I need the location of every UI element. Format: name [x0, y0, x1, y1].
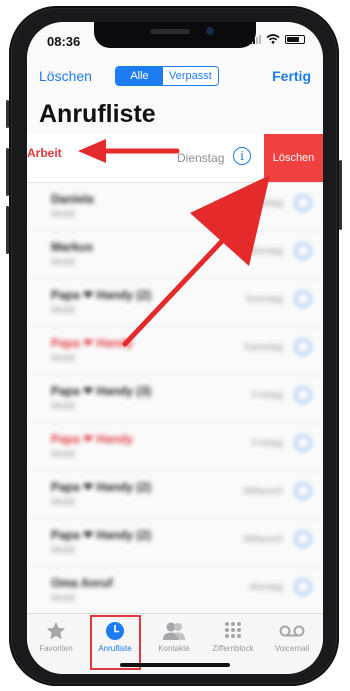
info-icon[interactable]: [295, 531, 311, 547]
list-item[interactable]: Papa ❤ Handy (2) Mobil Mittwoch: [27, 519, 323, 567]
info-icon[interactable]: [295, 387, 311, 403]
call-type: Mobil: [51, 497, 75, 508]
call-type: Mobil: [51, 209, 75, 220]
page-title: Anrufliste: [39, 100, 156, 128]
call-list: Arbeit Dienstag i Löschen Daniela Mobil …: [27, 134, 323, 615]
tab-contacts[interactable]: Kontakte: [145, 620, 203, 653]
delete-button[interactable]: Löschen: [264, 134, 323, 182]
call-type: Mobil: [51, 401, 75, 412]
call-date: Dienstag: [243, 198, 283, 209]
contact-name: Papa ❤ Handy (3): [51, 384, 152, 398]
call-date: Mittwoch: [243, 486, 283, 497]
tab-bar: Favoriten Anrufliste Kontakte Ziffernblo…: [27, 613, 323, 674]
tab-voicemail[interactable]: Voicemail: [263, 620, 321, 653]
list-item[interactable]: Markus Mobil Montag: [27, 231, 323, 279]
volume-up-button: [6, 148, 9, 196]
keypad-icon: [225, 622, 241, 638]
tab-label: Kontakte: [158, 644, 190, 653]
front-camera: [206, 27, 214, 35]
info-icon[interactable]: [295, 483, 311, 499]
blurred-call-rows: Daniela Mobil Dienstag Markus Mobil Mont…: [27, 183, 323, 615]
info-icon[interactable]: [295, 435, 311, 451]
call-date: Sonntag: [245, 294, 283, 305]
call-type: Mobil: [51, 449, 75, 460]
call-date: Mittwoch: [243, 534, 283, 545]
contact-name: Papa ❤ Handy: [51, 336, 134, 350]
star-icon: [46, 621, 66, 640]
contact-name: Papa ❤ Handy: [51, 432, 134, 446]
call-date: Montag: [249, 582, 283, 593]
list-item[interactable]: Oma Anruf Mobil Montag: [27, 567, 323, 615]
call-date: Freitag: [251, 390, 283, 401]
segment-missed[interactable]: Verpasst: [163, 67, 218, 85]
voicemail-icon: [279, 625, 305, 637]
call-type: Mobil: [51, 545, 75, 556]
contact-name: Papa ❤ Handy (2): [51, 288, 152, 302]
contact-name: Arbeit: [27, 146, 62, 160]
info-icon[interactable]: [295, 195, 311, 211]
call-date: Samstag: [243, 342, 283, 353]
notch: [94, 22, 256, 48]
tab-favorites[interactable]: Favoriten: [27, 620, 85, 653]
done-button[interactable]: Fertig: [272, 68, 311, 84]
list-item[interactable]: Papa ❤ Handy (2) Mobil Sonntag: [27, 279, 323, 327]
tab-highlight-box: [90, 615, 141, 670]
list-item[interactable]: Papa ❤ Handy Mobil Freitag: [27, 423, 323, 471]
call-type: Mobil: [51, 305, 75, 316]
tab-label: Favoriten: [39, 644, 73, 653]
contact-name: Markus: [51, 240, 94, 254]
tab-label: Voicemail: [274, 644, 310, 653]
list-item[interactable]: Papa ❤ Handy Mobil Samstag: [27, 327, 323, 375]
tab-label: Ziffernblock: [212, 644, 254, 653]
wifi-icon: [266, 34, 280, 44]
call-type: Mobil: [51, 353, 75, 364]
info-icon[interactable]: [295, 339, 311, 355]
contact-name: Daniela: [51, 192, 94, 206]
battery-icon: [285, 34, 305, 44]
ringer-switch: [6, 100, 9, 128]
call-date: Montag: [249, 246, 283, 257]
contact-name: Papa ❤ Handy (2): [51, 480, 152, 494]
list-item[interactable]: Papa ❤ Handy (2) Mobil Mittwoch: [27, 471, 323, 519]
info-icon[interactable]: [295, 243, 311, 259]
side-button: [339, 160, 342, 230]
status-time: 08:36: [47, 34, 81, 49]
contact-name: Oma Anruf: [51, 576, 113, 590]
filter-segmented-control: Alle Verpasst: [115, 66, 219, 86]
call-type: Mobil: [51, 593, 75, 604]
call-date: Dienstag: [177, 151, 225, 165]
call-date: Freitag: [251, 438, 283, 449]
info-icon[interactable]: [295, 579, 311, 595]
home-indicator: [120, 663, 230, 667]
volume-down-button: [6, 206, 9, 254]
list-item[interactable]: Papa ❤ Handy (3) Mobil Freitag: [27, 375, 323, 423]
contact-name: Papa ❤ Handy (2): [51, 528, 152, 542]
list-item[interactable]: Daniela Mobil Dienstag: [27, 183, 323, 231]
info-icon[interactable]: i: [233, 147, 251, 165]
nav-bar: Löschen Alle Verpasst Fertig: [27, 66, 323, 94]
speaker: [150, 29, 190, 34]
call-type: Mobil: [51, 257, 75, 268]
contacts-icon: [163, 622, 185, 640]
swiped-call-row[interactable]: Arbeit Dienstag i Löschen: [27, 134, 323, 183]
tab-keypad[interactable]: Ziffernblock: [204, 620, 262, 653]
delete-all-button[interactable]: Löschen: [39, 68, 92, 84]
phone-screen: 08:36 Löschen Alle Verpasst Fertig Anruf…: [27, 22, 323, 674]
status-icons: [250, 34, 305, 44]
segment-all[interactable]: Alle: [116, 67, 163, 85]
info-icon[interactable]: [295, 291, 311, 307]
